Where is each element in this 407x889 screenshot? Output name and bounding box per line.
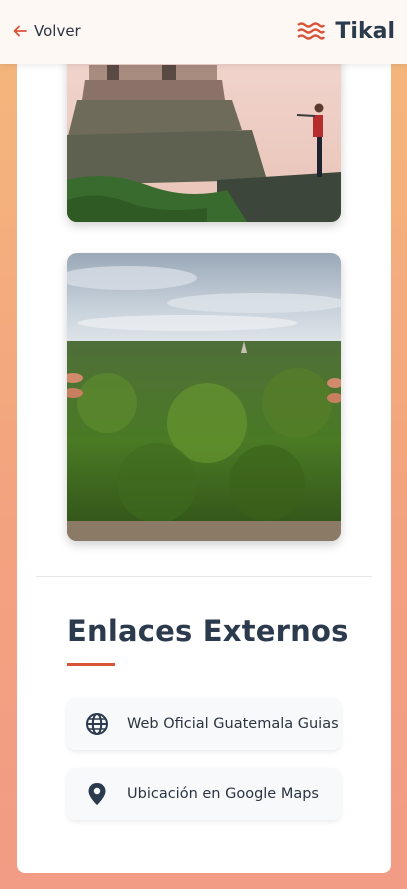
link-guatemala-guias[interactable]: Web Oficial Guatemala Guias — [67, 698, 341, 750]
jungle-canopy-photo[interactable] — [67, 253, 341, 541]
brand[interactable]: Tikal — [297, 16, 395, 46]
back-label: Volver — [34, 22, 81, 40]
globe-icon — [85, 712, 109, 736]
map-pin-icon — [85, 782, 109, 806]
link-label: Web Oficial Guatemala Guias — [127, 716, 339, 732]
content-card: Enlaces Externos Web Oficial Guatemala G… — [17, 40, 391, 873]
back-button[interactable]: Volver — [12, 20, 81, 42]
temple-photo[interactable] — [67, 40, 341, 222]
section-divider — [36, 576, 372, 577]
title-underline — [67, 663, 115, 666]
link-label: Ubicación en Google Maps — [127, 786, 319, 802]
section-title: Enlaces Externos — [67, 614, 349, 648]
waves-icon — [297, 22, 326, 40]
link-google-maps[interactable]: Ubicación en Google Maps — [67, 768, 341, 820]
arrow-left-icon — [13, 25, 27, 37]
brand-name: Tikal — [335, 18, 395, 44]
top-header: Volver Tikal — [0, 0, 407, 64]
